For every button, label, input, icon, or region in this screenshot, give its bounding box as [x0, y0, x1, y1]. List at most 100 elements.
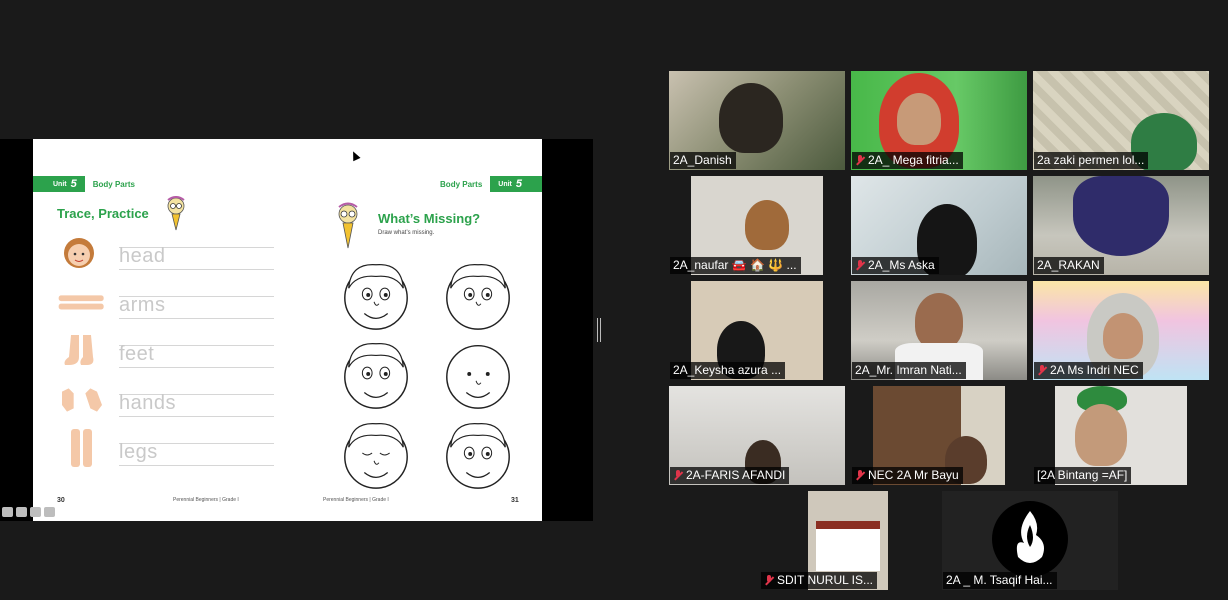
right-unit-header: Unit 5 Body Parts — [432, 176, 542, 192]
unit-label: Unit — [498, 180, 512, 188]
participant-label: 2A_ Mega fitria... — [852, 152, 963, 169]
face-drawing-1 — [344, 264, 408, 330]
trace-word: hands — [119, 392, 176, 414]
participant-label: 2A_Danish — [670, 152, 736, 169]
right-page-title: What’s Missing? — [378, 211, 481, 226]
trace-row-head: head — [57, 233, 274, 279]
trace-word: legs — [119, 441, 158, 463]
trace-word: arms — [119, 294, 166, 316]
face-drawing-6 — [446, 423, 510, 489]
trace-guide-line — [119, 318, 274, 319]
right-page-number: 31 — [511, 497, 519, 504]
participant-label: 2a zaki permen lol... — [1034, 152, 1149, 169]
participant-name: 2A _ M. Tsaqif Hai... — [946, 573, 1053, 587]
trace-guide-line — [119, 269, 274, 270]
prev-page-icon[interactable] — [2, 507, 13, 517]
left-unit-header: Unit 5 Body Parts — [33, 176, 143, 192]
unit-number: 5 — [70, 178, 77, 190]
participant-name: 2A_Keysha azura ... — [673, 363, 782, 377]
head-illustration — [64, 238, 94, 268]
hands-illustration — [62, 388, 102, 412]
video-tile[interactable]: 2A_Keysha azura ... — [669, 281, 845, 380]
shared-screen: Unit 5 Body Parts Unit 5 Body Parts Trac… — [0, 139, 593, 521]
participant-name: [2A Bintang =AF] — [1037, 468, 1128, 482]
left-page-footer: Perennial Beginners | Grade I — [173, 497, 239, 503]
participant-name: NEC 2A Mr Bayu — [868, 468, 959, 482]
participant-label: SDIT NURUL IS... — [761, 572, 878, 589]
participant-name: 2A_ Mega fitria... — [868, 153, 959, 167]
book-spread: Unit 5 Body Parts Unit 5 Body Parts Trac… — [33, 139, 542, 521]
participant-label: 2A_naufar 🚘 🏠 🔱 ... — [670, 257, 801, 274]
participant-label: 2A _ M. Tsaqif Hai... — [943, 572, 1057, 589]
video-tile[interactable]: [2A Bintang =AF] — [1033, 386, 1209, 485]
participant-name: 2A_naufar 🚘 🏠 🔱 ... — [673, 258, 797, 272]
muted-mic-icon — [1037, 364, 1047, 376]
muted-mic-icon — [673, 469, 683, 481]
video-tile[interactable]: 2A_Danish — [669, 71, 845, 170]
participant-label: 2A_Mr. Imran Nati... — [852, 362, 966, 379]
unit-badge-left: Unit 5 — [33, 176, 85, 192]
video-tile-active-speaker[interactable]: 2A_Mr. Imran Nati... — [851, 281, 1027, 380]
pen-icon[interactable] — [16, 507, 27, 517]
trace-row-feet: feet — [57, 331, 274, 377]
participant-name: 2A_RAKAN — [1037, 258, 1100, 272]
left-page-title: Trace, Practice — [57, 206, 149, 221]
participant-name: 2A-FARIS AFANDI — [686, 468, 786, 482]
pencil-mascot-icon — [167, 196, 185, 231]
unit-badge-right: Unit 5 — [490, 176, 542, 192]
trace-guide-line — [119, 367, 274, 368]
video-tile[interactable]: 2a zaki permen lol... — [1033, 71, 1209, 170]
video-tile[interactable]: 2A_Ms Aska — [851, 176, 1027, 275]
muted-mic-icon — [855, 154, 865, 166]
next-page-icon[interactable] — [44, 507, 55, 517]
video-tile[interactable]: 2A_naufar 🚘 🏠 🔱 ... — [669, 176, 845, 275]
participant-label: NEC 2A Mr Bayu — [852, 467, 963, 484]
trace-guide-line — [119, 465, 274, 466]
mouse-cursor-icon — [349, 149, 361, 162]
muted-mic-icon — [764, 574, 774, 586]
participant-name: 2A_Danish — [673, 153, 732, 167]
menu-icon[interactable] — [30, 507, 41, 517]
face-drawing-2 — [446, 264, 510, 330]
participant-label: 2A_Keysha azura ... — [670, 362, 786, 379]
participant-name: 2A_Ms Aska — [868, 258, 935, 272]
participant-label: 2A Ms Indri NEC — [1034, 362, 1143, 379]
panel-resize-handle[interactable] — [597, 318, 601, 342]
face-drawing-4 — [446, 344, 510, 409]
trace-guide-line — [119, 416, 274, 417]
video-tile[interactable]: 2A Ms Indri NEC — [1033, 281, 1209, 380]
unit-number: 5 — [515, 178, 522, 190]
trace-row-legs: legs — [57, 429, 274, 475]
topic-right: Body Parts — [440, 179, 483, 189]
video-tile[interactable]: 2A-FARIS AFANDI — [669, 386, 845, 485]
right-page-footer: Perennial Beginners | Grade I — [323, 497, 389, 503]
video-tile[interactable]: 2A_ Mega fitria... — [851, 71, 1027, 170]
participant-label: [2A Bintang =AF] — [1034, 467, 1132, 484]
face-drawing-3 — [344, 343, 408, 409]
participant-label: 2A-FARIS AFANDI — [670, 467, 790, 484]
participant-name: SDIT NURUL IS... — [777, 573, 874, 587]
pencil-mascot-icon — [338, 202, 358, 249]
topic-left: Body Parts — [92, 179, 135, 189]
book-nav-toolbar — [2, 507, 55, 517]
video-tile[interactable]: NEC 2A Mr Bayu — [851, 386, 1027, 485]
muted-mic-icon — [855, 259, 865, 271]
left-page-number: 30 — [57, 497, 65, 504]
trace-row-arms: arms — [57, 282, 274, 328]
flame-logo-avatar — [992, 501, 1068, 577]
participant-name: 2a zaki permen lol... — [1037, 153, 1145, 167]
feet-illustration — [64, 335, 94, 365]
video-tile[interactable]: 2A _ M. Tsaqif Hai... — [942, 491, 1118, 590]
trace-word: head — [119, 245, 166, 267]
participant-name: 2A_Mr. Imran Nati... — [855, 363, 962, 377]
legs-illustration — [71, 429, 92, 467]
arms-illustration — [58, 295, 104, 310]
trace-row-hands: hands — [57, 380, 274, 426]
video-tile[interactable]: 2A_RAKAN — [1033, 176, 1209, 275]
right-page-subtitle: Draw what’s missing. — [378, 230, 435, 236]
participant-name: 2A Ms Indri NEC — [1050, 363, 1139, 377]
trace-word: feet — [119, 343, 155, 365]
unit-label: Unit — [53, 180, 67, 188]
participant-label: 2A_RAKAN — [1034, 257, 1104, 274]
video-tile[interactable]: SDIT NURUL IS... — [760, 491, 936, 590]
